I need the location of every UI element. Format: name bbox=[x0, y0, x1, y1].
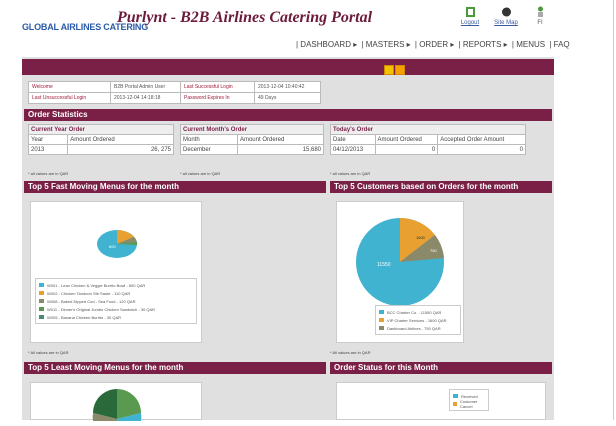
customers-legend: BCC Charter Co. - 11550 QAR VIP Charter … bbox=[375, 305, 461, 335]
right-edge-line bbox=[613, 0, 614, 420]
fast-menus-chart: 600 W001 - Lean Chicken & Veggie Burrito… bbox=[30, 201, 202, 343]
last-fail-value: 2013-12-04 14:18:18 bbox=[110, 92, 181, 104]
legend-item: BCC Charter Co. - 11550 QAR bbox=[379, 308, 457, 316]
faq-icon bbox=[537, 6, 543, 17]
legend-item: Customer Cancel bbox=[453, 399, 485, 409]
top-customers-header: Top 5 Customers based on Orders for the … bbox=[330, 181, 552, 193]
pie-label-w001: 600 bbox=[109, 244, 116, 249]
header: GLOBAL AIRLINES CATERING Purlynt - B2B A… bbox=[0, 0, 616, 58]
faq-link[interactable]: FI bbox=[522, 6, 558, 26]
print-button[interactable] bbox=[395, 65, 405, 75]
customers-note: * All values are in QAR bbox=[330, 350, 371, 355]
page-title: Purlynt - B2B Airlines Catering Portal bbox=[117, 9, 373, 26]
legend-item: W001 - Lean Chicken & Veggie Burrito Bow… bbox=[39, 281, 193, 289]
today-note: * all values are in QAR bbox=[330, 171, 371, 176]
last-fail-label: Last Unsuccessful Login bbox=[28, 92, 111, 104]
welcome-value: B2B Portal Admin User bbox=[110, 81, 181, 93]
legend-item: W005 - Banana Chicken Burrito - 30 QAR bbox=[39, 313, 193, 321]
nav-menus[interactable]: | MENUS bbox=[512, 40, 545, 49]
order-status-header: Order Status for this Month bbox=[330, 362, 552, 374]
last-success-label: Last Successful Login bbox=[180, 81, 255, 93]
order-status-legend: Received Customer Cancel bbox=[449, 389, 489, 411]
legend-item: VIP Charter Services - 1600 QAR bbox=[379, 316, 457, 324]
pwd-expiry-label: Password Expires In bbox=[180, 92, 255, 104]
legend-item: Dashboard Airlines - 750 QAR bbox=[379, 324, 457, 332]
order-statistics-header: Order Statistics bbox=[24, 109, 552, 121]
top-customers-chart: 11550 1600 750 BCC Charter Co. - 11550 Q… bbox=[336, 201, 464, 343]
top-toolbar bbox=[22, 59, 554, 75]
pwd-expiry-value: 49 Days bbox=[254, 92, 321, 104]
nav-dashboard[interactable]: | DASHBOARD ▸ bbox=[296, 40, 357, 49]
site-map-link[interactable]: Site Map bbox=[488, 6, 524, 26]
current-month-table: Current Month's Order Month Amount Ordere… bbox=[180, 124, 325, 155]
pie-label-bcc: 11550 bbox=[377, 262, 391, 268]
nav-order[interactable]: | ORDER ▸ bbox=[415, 40, 454, 49]
welcome-label: Welcome bbox=[28, 81, 111, 93]
fast-menus-note: * All values are in QAR bbox=[28, 350, 69, 355]
today-order-table: Today's Order Date Amount Ordered Accepted… bbox=[330, 124, 526, 155]
legend-item: W011 - Dinner's Original Jumbo Chicken S… bbox=[39, 305, 193, 313]
fast-menus-legend: W001 - Lean Chicken & Veggie Burrito Bow… bbox=[35, 278, 197, 324]
order-status-chart: Received Customer Cancel bbox=[336, 382, 546, 420]
legend-item: W002 - Chicken Tandoori Stir Saute - 110… bbox=[39, 289, 193, 297]
export-button[interactable] bbox=[384, 65, 394, 75]
login-info-table: Welcome B2B Portal Admin User Last Succe… bbox=[28, 81, 321, 104]
logout-link[interactable]: Logout bbox=[452, 6, 488, 26]
main-nav: | DASHBOARD ▸ | MASTERS ▸ | ORDER ▸ | RE… bbox=[296, 40, 572, 49]
site-map-icon bbox=[501, 7, 511, 17]
least-menus-pie bbox=[92, 389, 142, 421]
pie-label-vip: 1600 bbox=[416, 235, 426, 240]
fast-menus-header: Top 5 Fast Moving Menus for the month bbox=[24, 181, 326, 193]
nav-reports[interactable]: | REPORTS ▸ bbox=[459, 40, 508, 49]
pie-label-dashboard: 750 bbox=[430, 248, 437, 253]
current-year-table: Current Year Order Year Amount Ordered 20… bbox=[27, 124, 174, 155]
top-icons: Logout Site Map FI bbox=[452, 6, 562, 32]
least-menus-header: Top 5 Least Moving Menus for the month bbox=[24, 362, 326, 374]
logout-icon bbox=[465, 7, 475, 17]
nav-masters[interactable]: | MASTERS ▸ bbox=[361, 40, 410, 49]
year-note: * all values are in QAR bbox=[28, 171, 69, 176]
month-note: * all values are in QAR bbox=[180, 171, 221, 176]
dashboard-content: Welcome B2B Portal Admin User Last Succe… bbox=[22, 57, 554, 421]
last-success-value: 2013-12-04 10:40:42 bbox=[254, 81, 321, 93]
nav-faq[interactable]: | FAQ bbox=[549, 40, 569, 49]
least-menus-chart bbox=[30, 382, 202, 421]
legend-item: W008 - Baked Dipped Cod - Sea Food - 120… bbox=[39, 297, 193, 305]
